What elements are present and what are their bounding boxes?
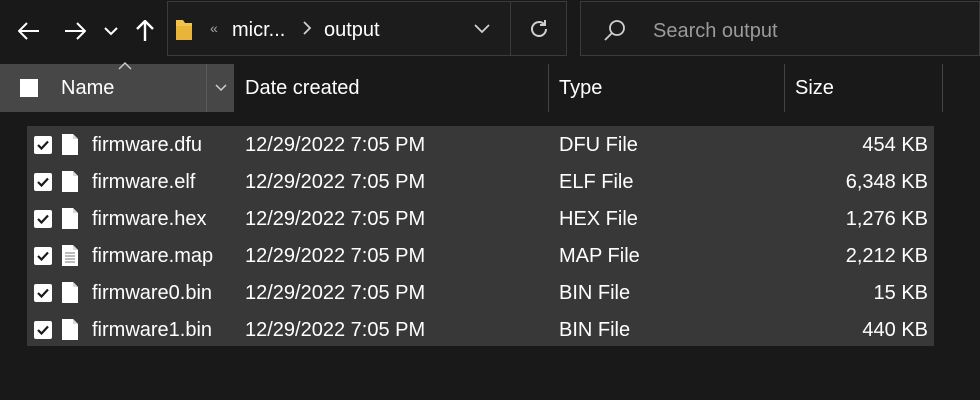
file-row[interactable]: firmware.map 12/29/2022 7:05 PM MAP File…: [27, 238, 934, 275]
file-name: firmware.hex: [92, 208, 207, 230]
checkmark-icon: [37, 251, 49, 261]
folder-icon: [176, 20, 192, 40]
file-row[interactable]: firmware.hex 12/29/2022 7:05 PM HEX File…: [27, 201, 934, 238]
row-checkbox[interactable]: [34, 321, 52, 339]
column-header-type[interactable]: Type: [549, 64, 784, 112]
column-divider[interactable]: [942, 64, 943, 112]
file-date-created: 12/29/2022 7:05 PM: [245, 134, 426, 156]
column-header-row: Name Date created Type Size: [0, 62, 980, 112]
file-type: BIN File: [559, 319, 631, 341]
row-checkbox[interactable]: [34, 136, 52, 154]
file-size: 15 KB: [873, 282, 928, 304]
column-header-name[interactable]: Name: [0, 62, 234, 112]
recent-locations-button[interactable]: [96, 14, 126, 48]
arrow-left-icon: [18, 22, 39, 40]
file-name: firmware.elf: [92, 171, 196, 193]
blank-file-icon: [61, 281, 79, 310]
blank-file-icon: [61, 207, 79, 236]
column-label-name: Name: [61, 76, 115, 99]
file-size: 6,348 KB: [845, 171, 928, 193]
checkmark-icon: [37, 140, 49, 150]
breadcrumb-current[interactable]: output: [324, 19, 380, 42]
navigation-toolbar: « micr... output: [0, 0, 980, 62]
search-box[interactable]: [580, 1, 980, 56]
checkmark-icon: [37, 325, 49, 335]
text-file-icon: [61, 244, 79, 273]
file-name: firmware1.bin: [92, 319, 213, 341]
file-size: 440 KB: [862, 319, 928, 341]
file-date-created: 12/29/2022 7:05 PM: [245, 319, 426, 341]
collapsed-path-indicator[interactable]: «: [210, 20, 218, 36]
checkmark-icon: [37, 177, 49, 187]
column-filter-dropdown[interactable]: [206, 64, 234, 112]
checkmark-icon: [37, 288, 49, 298]
address-divider: [510, 2, 511, 55]
file-name: firmware.dfu: [92, 134, 203, 156]
file-type: ELF File: [559, 171, 634, 193]
file-size: 1,276 KB: [845, 208, 928, 230]
file-row[interactable]: firmware1.bin 12/29/2022 7:05 PM BIN Fil…: [27, 312, 934, 349]
blank-file-icon: [61, 133, 79, 162]
column-label-size: Size: [795, 76, 834, 99]
forward-button[interactable]: [60, 14, 90, 48]
arrow-up-icon: [136, 20, 154, 41]
checkmark-icon: [37, 214, 49, 224]
column-label-date: Date created: [245, 76, 360, 99]
file-row[interactable]: firmware0.bin 12/29/2022 7:05 PM BIN Fil…: [27, 275, 934, 312]
file-type: BIN File: [559, 282, 631, 304]
file-type: HEX File: [559, 208, 638, 230]
file-type: MAP File: [559, 245, 640, 267]
select-all-checkbox[interactable]: [20, 79, 38, 97]
file-list: firmware.dfu 12/29/2022 7:05 PM DFU File…: [27, 126, 934, 346]
file-size: 454 KB: [862, 134, 928, 156]
refresh-icon[interactable]: [528, 18, 550, 40]
file-name: firmware.map: [92, 245, 214, 267]
chevron-down-icon: [104, 27, 118, 36]
arrow-right-icon: [65, 22, 86, 40]
row-checkbox[interactable]: [34, 210, 52, 228]
back-button[interactable]: [14, 14, 44, 48]
file-type: DFU File: [559, 134, 638, 156]
file-row[interactable]: firmware.dfu 12/29/2022 7:05 PM DFU File…: [27, 127, 934, 164]
column-header-size[interactable]: Size: [785, 64, 942, 112]
chevron-right-icon[interactable]: [302, 21, 312, 35]
file-date-created: 12/29/2022 7:05 PM: [245, 245, 426, 267]
row-checkbox[interactable]: [34, 247, 52, 265]
chevron-down-icon[interactable]: [474, 24, 490, 34]
file-size: 2,212 KB: [845, 245, 928, 267]
row-checkbox[interactable]: [34, 173, 52, 191]
up-button[interactable]: [130, 14, 160, 48]
row-checkbox[interactable]: [34, 284, 52, 302]
file-name: firmware0.bin: [92, 282, 213, 304]
sort-ascending-icon: [118, 62, 132, 70]
blank-file-icon: [61, 170, 79, 199]
column-label-type: Type: [559, 76, 603, 99]
file-date-created: 12/29/2022 7:05 PM: [245, 171, 426, 193]
column-header-date[interactable]: Date created: [234, 64, 548, 112]
file-row[interactable]: firmware.elf 12/29/2022 7:05 PM ELF File…: [27, 164, 934, 201]
blank-file-icon: [61, 318, 79, 347]
file-date-created: 12/29/2022 7:05 PM: [245, 208, 426, 230]
chevron-down-icon: [214, 84, 227, 92]
search-icon: [604, 20, 625, 41]
breadcrumb-parent[interactable]: micr...: [232, 19, 285, 42]
search-input[interactable]: [651, 16, 955, 46]
address-bar[interactable]: « micr... output: [167, 1, 567, 56]
file-date-created: 12/29/2022 7:05 PM: [245, 282, 426, 304]
